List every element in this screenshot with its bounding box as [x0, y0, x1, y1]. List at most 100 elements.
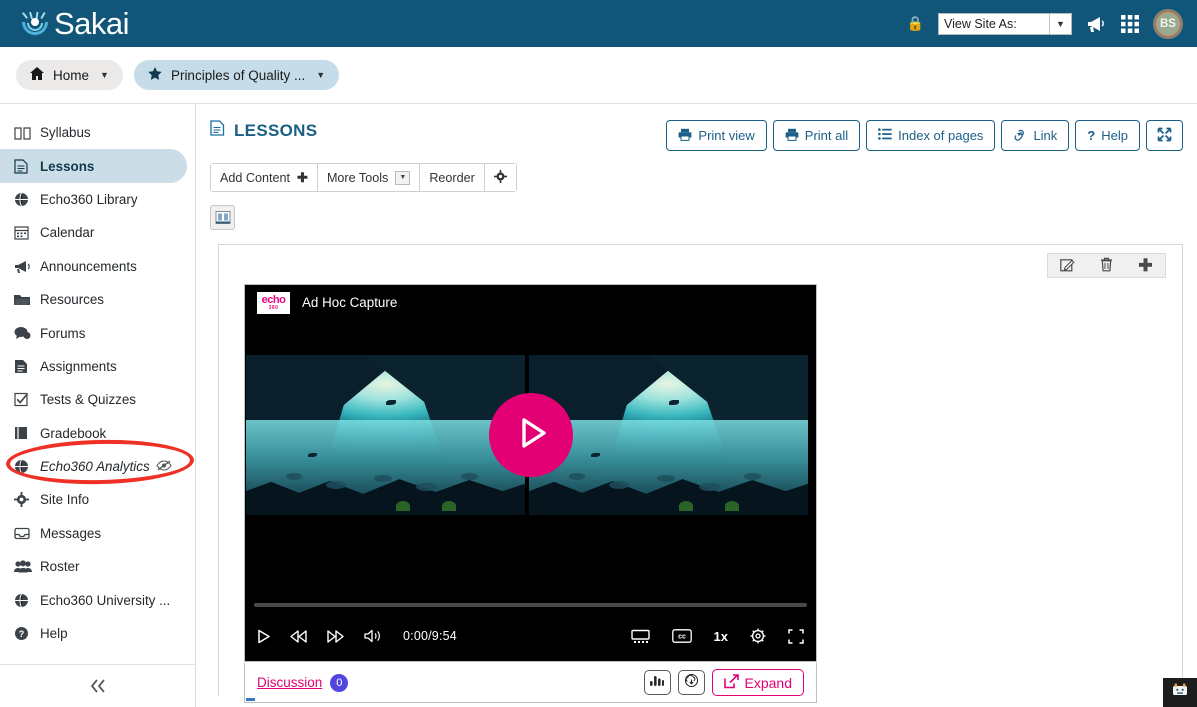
- gradebook-icon: [14, 426, 40, 440]
- sidebar-item-help[interactable]: ? Help: [0, 617, 195, 650]
- more-tools-button[interactable]: More Tools ▼: [317, 164, 421, 191]
- accessibility-widget-button[interactable]: [1163, 678, 1197, 707]
- play-button[interactable]: [488, 393, 573, 477]
- accessibility-widget-icon: [1171, 682, 1189, 703]
- lessons-toolbar: Add Content ✚ More Tools ▼ Reorder: [210, 163, 517, 192]
- link-button[interactable]: Link: [1001, 120, 1070, 151]
- star-icon[interactable]: [148, 66, 162, 84]
- printer-icon: [785, 128, 799, 144]
- sidebar-collapse-button[interactable]: [0, 664, 195, 707]
- sakai-brand-text: Sakai: [54, 6, 130, 42]
- book-icon: [14, 126, 40, 140]
- video-pane-left: [246, 355, 525, 515]
- sidebar-item-resources[interactable]: Resources: [0, 283, 195, 316]
- sidebar-item-lessons[interactable]: Lessons: [0, 149, 187, 183]
- player-controls-right: cc 1x: [630, 628, 804, 644]
- rewind-icon[interactable]: [290, 629, 308, 643]
- sidebar-item-label: Calendar: [40, 225, 95, 241]
- chevron-down-icon[interactable]: ▼: [1049, 13, 1071, 34]
- reorder-button[interactable]: Reorder: [420, 164, 485, 191]
- discussion-link[interactable]: Discussion: [257, 675, 322, 690]
- chat-icon: [14, 326, 40, 340]
- edit-item-button[interactable]: [1048, 254, 1087, 277]
- settings-gear-icon[interactable]: [750, 628, 766, 644]
- settings-button[interactable]: [484, 164, 516, 191]
- volume-icon[interactable]: [364, 629, 382, 643]
- sidebar-item-label: Forums: [40, 325, 86, 341]
- page-title: LESSONS: [210, 120, 317, 141]
- two-column-layout-icon: [215, 210, 231, 225]
- fullscreen-toggle-button[interactable]: [1146, 120, 1183, 151]
- closed-caption-icon[interactable]: cc: [671, 629, 692, 643]
- avatar[interactable]: BS: [1154, 9, 1182, 38]
- echo360-logo-top: echo: [261, 293, 286, 306]
- tab-home[interactable]: Home ▼: [16, 60, 123, 90]
- expand-arrows-icon: [1157, 127, 1172, 145]
- sakai-logo-mark: [18, 9, 52, 39]
- add-content-button[interactable]: Add Content ✚: [211, 164, 318, 191]
- sidebar-item-label: Lessons: [40, 158, 95, 174]
- tab-current-site[interactable]: Principles of Quality ... ▼: [133, 60, 340, 90]
- apps-grid-icon[interactable]: [1120, 14, 1140, 34]
- playback-speed-button[interactable]: 1x: [714, 629, 728, 644]
- sidebar-item-messages[interactable]: Messages: [0, 517, 195, 550]
- sidebar-item-syllabus[interactable]: Syllabus: [0, 116, 195, 149]
- sidebar-item-tests-quizzes[interactable]: Tests & Quizzes: [0, 383, 195, 416]
- sidebar-item-echo360-library[interactable]: Echo360 Library: [0, 183, 195, 216]
- chevron-down-icon[interactable]: ▼: [100, 70, 109, 80]
- sidebar-item-announcements[interactable]: Announcements: [0, 250, 195, 283]
- index-of-pages-button[interactable]: Index of pages: [866, 120, 996, 151]
- gear-icon: [14, 492, 40, 508]
- envelope-icon: [14, 527, 40, 540]
- sakai-logo[interactable]: Sakai: [0, 6, 130, 42]
- megaphone-icon[interactable]: [1086, 15, 1106, 33]
- sidebar-item-label: Echo360 University ...: [40, 592, 171, 608]
- sidebar-item-roster[interactable]: Roster: [0, 550, 195, 583]
- caret-down-icon[interactable]: ▼: [395, 170, 411, 185]
- sidebar-item-site-info[interactable]: Site Info: [0, 483, 195, 516]
- top-header-bar: Sakai 🔒 View Site As: ▼ BS: [0, 0, 1197, 47]
- fast-forward-icon[interactable]: [327, 629, 345, 643]
- play-icon[interactable]: [257, 629, 271, 644]
- delete-item-button[interactable]: [1087, 254, 1126, 277]
- content-header: LESSONS Print view Print all Index of pa…: [196, 104, 1197, 151]
- globe-icon: [14, 459, 40, 474]
- two-column-layout-toggle[interactable]: [210, 205, 235, 230]
- sidebar-item-assignments[interactable]: Assignments: [0, 350, 195, 383]
- sidebar-item-echo360-analytics[interactable]: Echo360 Analytics: [0, 450, 195, 483]
- progress-bar[interactable]: [245, 603, 816, 607]
- add-item-button[interactable]: ✚: [1126, 254, 1165, 277]
- print-view-label: Print view: [698, 128, 755, 143]
- tab-home-label: Home: [53, 67, 90, 83]
- tab-current-site-label: Principles of Quality ...: [170, 67, 306, 83]
- assignment-icon: [14, 359, 40, 374]
- sidebar-item-label: Echo360 Analytics: [40, 459, 150, 475]
- sidebar-item-gradebook[interactable]: Gradebook: [0, 417, 195, 450]
- sidebar-item-calendar[interactable]: Calendar: [0, 216, 195, 249]
- presentation-icon[interactable]: [630, 629, 650, 644]
- index-of-pages-label: Index of pages: [898, 128, 984, 143]
- help-button[interactable]: ? Help: [1075, 120, 1140, 151]
- print-all-button[interactable]: Print all: [772, 120, 861, 151]
- progress-track[interactable]: [254, 603, 807, 607]
- page-bottom-strip: [218, 689, 1183, 707]
- content-header-actions: Print view Print all Index of pages Link…: [666, 120, 1183, 151]
- print-view-button[interactable]: Print view: [666, 120, 767, 151]
- chevron-down-icon[interactable]: ▼: [316, 70, 325, 80]
- document-icon: [210, 120, 225, 141]
- fullscreen-icon[interactable]: [788, 628, 804, 644]
- video-player[interactable]: echo 360 Ad Hoc Capture 0:00/9:54 cc 1x: [244, 284, 817, 662]
- folder-icon: [14, 293, 40, 306]
- edit-pencil-icon: [1060, 257, 1075, 275]
- sidebar-item-label: Gradebook: [40, 425, 107, 441]
- video-stage[interactable]: [245, 320, 816, 550]
- sidebar-item-echo360-university[interactable]: Echo360 University ...: [0, 583, 195, 616]
- player-header: echo 360 Ad Hoc Capture: [245, 285, 816, 320]
- list-icon: [878, 128, 892, 143]
- sidebar-item-forums[interactable]: Forums: [0, 316, 195, 349]
- svg-text:cc: cc: [678, 634, 686, 641]
- plus-icon: ✚: [297, 169, 308, 185]
- sidebar-item-label: Tests & Quizzes: [40, 392, 136, 408]
- view-site-as-select[interactable]: View Site As: ▼: [938, 12, 1072, 35]
- sidebar-item-label: Resources: [40, 292, 105, 308]
